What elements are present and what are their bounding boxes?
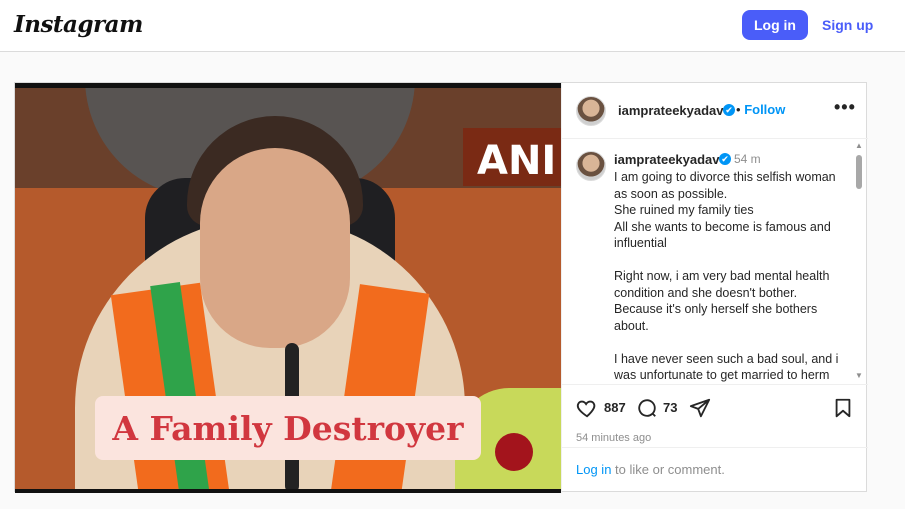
follow-group: • Follow [736,102,785,117]
caption-paragraph: I am going to divorce this selfish woman… [614,170,836,250]
comment-username[interactable]: iamprateekyadav [614,152,720,167]
post-timestamp: 54 minutes ago [576,432,652,444]
heart-icon[interactable] [576,397,598,419]
caption-overlay-text: A Family Destroyer [112,408,464,448]
caption-area: iamprateekyadav ✔ 54 m I am going to div… [562,139,868,385]
instagram-logo[interactable]: Instagram [14,11,143,38]
comment-avatar[interactable] [576,151,606,181]
caption-paragraph: Right now, i am very bad mental health c… [614,269,830,333]
post-video[interactable]: ANI A Family Destroyer [15,83,561,493]
comments-count[interactable]: 73 [663,400,677,415]
share-icon[interactable] [689,397,711,419]
action-bar: 887 73 54 minutes ago [562,385,868,447]
author-avatar[interactable] [576,96,606,126]
top-bar: Instagram Log in Sign up [0,0,905,52]
verified-badge-icon: ✔ [723,104,735,116]
comment-time: 54 m [734,152,761,166]
person-face [200,148,350,348]
login-link[interactable]: Log in [576,462,611,477]
scroll-up-arrow-icon[interactable]: ▲ [855,141,863,150]
scrollbar[interactable]: ▲ ▼ [854,141,864,381]
caption-text: I am going to divorce this selfish woman… [614,169,850,384]
signup-link[interactable]: Sign up [822,17,873,33]
ani-sign: ANI [463,128,561,186]
login-button[interactable]: Log in [742,10,808,40]
likes-count[interactable]: 887 [604,400,626,415]
caption-paragraph: I have never seen such a bad soul, and i… [614,351,839,383]
more-options-icon[interactable]: ••• [834,97,856,118]
login-prompt: Log in to like or comment. [562,447,868,493]
author-username[interactable]: iamprateekyadav [618,103,724,118]
rose [495,433,533,471]
separator-dot: • [736,102,741,117]
post-sidebar: iamprateekyadav ✔ • Follow ••• iampratee… [561,83,868,493]
follow-button[interactable]: Follow [744,102,785,117]
post-card: ANI A Family Destroyer iamprateekyadav ✔… [14,82,868,493]
comment-icon[interactable] [636,397,658,419]
scroll-down-arrow-icon[interactable]: ▼ [855,371,863,380]
scrollbar-thumb[interactable] [856,155,862,189]
bookmark-icon[interactable] [832,397,854,419]
comment-verified-icon: ✔ [719,153,731,165]
caption-overlay: A Family Destroyer [95,396,481,460]
post-header: iamprateekyadav ✔ • Follow ••• [562,83,868,139]
login-prompt-text: to like or comment. [611,462,725,477]
